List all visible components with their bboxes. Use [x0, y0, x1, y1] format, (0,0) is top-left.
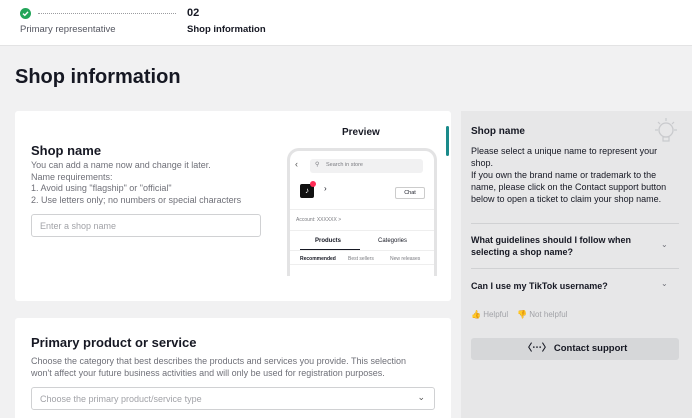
- notification-dot: [310, 181, 316, 187]
- preview-chat-button: Chat: [395, 187, 425, 199]
- primary-product-placeholder: Choose the primary product/service type: [40, 394, 202, 404]
- stepper: 02 Primary representative Shop informati…: [0, 0, 692, 46]
- contact-support-label: Contact support: [553, 343, 628, 354]
- preview-search: ⚲ Search in store: [310, 159, 423, 173]
- preview-tab-categories: Categories: [378, 238, 408, 244]
- help-panel-title: Shop name: [471, 126, 525, 137]
- preview-subtab-new-releases: New releases: [390, 256, 421, 262]
- primary-product-select[interactable]: Choose the primary product/service type …: [31, 387, 435, 410]
- shop-name-input[interactable]: Enter a shop name: [31, 214, 261, 237]
- thumbs-up-icon: 👍: [471, 310, 481, 319]
- help-panel: Shop name Please select a unique name to…: [461, 111, 692, 418]
- faq-tiktok-username[interactable]: Can I use my TikTok username?: [471, 280, 679, 292]
- thumbs-down-icon: 👎: [517, 310, 527, 319]
- contact-support-button[interactable]: 〈⋯〉 Contact support: [471, 338, 679, 360]
- scroll-indicator[interactable]: [446, 126, 449, 156]
- step-number: 02: [187, 7, 200, 19]
- primary-product-help: Choose the category that best describes …: [31, 356, 406, 379]
- body-line: name, please click on the Contact suppor…: [471, 182, 667, 192]
- help-line: You can add a name now and change it lat…: [31, 160, 211, 170]
- faq-guidelines[interactable]: What guidelines should I follow when sel…: [471, 234, 679, 258]
- preview-tab-products: Products: [315, 238, 342, 244]
- step-shop-information: Shop information: [187, 24, 266, 35]
- body-line: Please select a unique name to represent…: [471, 146, 658, 156]
- preview-subtab-recommended: Recommended: [300, 256, 336, 262]
- divider: [290, 209, 434, 210]
- primary-product-card: Primary product or service Choose the ca…: [15, 318, 451, 418]
- chevron-down-icon[interactable]: ⌄: [661, 240, 668, 249]
- check-icon: [20, 8, 31, 19]
- phone-preview: ‹ ⚲ Search in store ♪ › Chat Account: XX…: [287, 148, 437, 276]
- chevron-down-icon: ⌄: [417, 392, 425, 402]
- preview-subtab-best-sellers: Best sellers: [348, 256, 374, 262]
- body-line: shop.: [471, 158, 494, 168]
- step-connector: [38, 13, 176, 14]
- divider: [290, 264, 434, 265]
- help-line: 2. Use letters only; no numbers or speci…: [31, 194, 242, 205]
- body-line: below to open a ticket to claim your sho…: [471, 194, 662, 204]
- back-icon: ‹: [295, 159, 298, 169]
- faq-line: selecting a shop name?: [471, 247, 574, 257]
- primary-product-title: Primary product or service: [31, 335, 197, 350]
- page-title: Shop information: [15, 66, 181, 88]
- divider: [290, 250, 434, 251]
- step-primary-representative[interactable]: Primary representative: [20, 24, 116, 35]
- search-icon: ⚲: [315, 162, 320, 168]
- helpful-button[interactable]: 👍 Helpful: [471, 310, 508, 319]
- divider: [471, 223, 679, 224]
- divider: [290, 230, 434, 231]
- help-line: Choose the category that best describes …: [31, 356, 407, 366]
- faq-line: What guidelines should I follow when: [471, 235, 631, 245]
- body-line: If you own the brand name or trademark t…: [471, 170, 657, 180]
- helpful-label: Helpful: [483, 310, 509, 319]
- shop-name-help: You can add a name now and change it lat…: [31, 160, 241, 206]
- preview-label: Preview: [342, 127, 380, 138]
- shop-name-title: Shop name: [31, 143, 102, 158]
- help-line: 1. Avoid using "flagship" or "official": [31, 183, 172, 193]
- help-line: Name requirements:: [31, 171, 113, 182]
- chevron-down-icon[interactable]: ⌄: [661, 279, 668, 288]
- help-panel-body: Please select a unique name to represent…: [471, 145, 681, 205]
- not-helpful-button[interactable]: 👎 Not helpful: [517, 310, 567, 319]
- preview-account: Account: XXXXXX >: [296, 217, 342, 223]
- preview-search-text: Search in store: [326, 162, 363, 168]
- chevron-right-icon: ›: [324, 184, 327, 193]
- lightbulb-icon: [655, 118, 677, 142]
- divider: [471, 268, 679, 269]
- help-line: won't affect your future business activi…: [31, 367, 385, 378]
- chat-icon: 〈⋯〉: [522, 343, 552, 354]
- not-helpful-label: Not helpful: [529, 310, 568, 319]
- shop-name-card: Shop name You can add a name now and cha…: [15, 111, 451, 301]
